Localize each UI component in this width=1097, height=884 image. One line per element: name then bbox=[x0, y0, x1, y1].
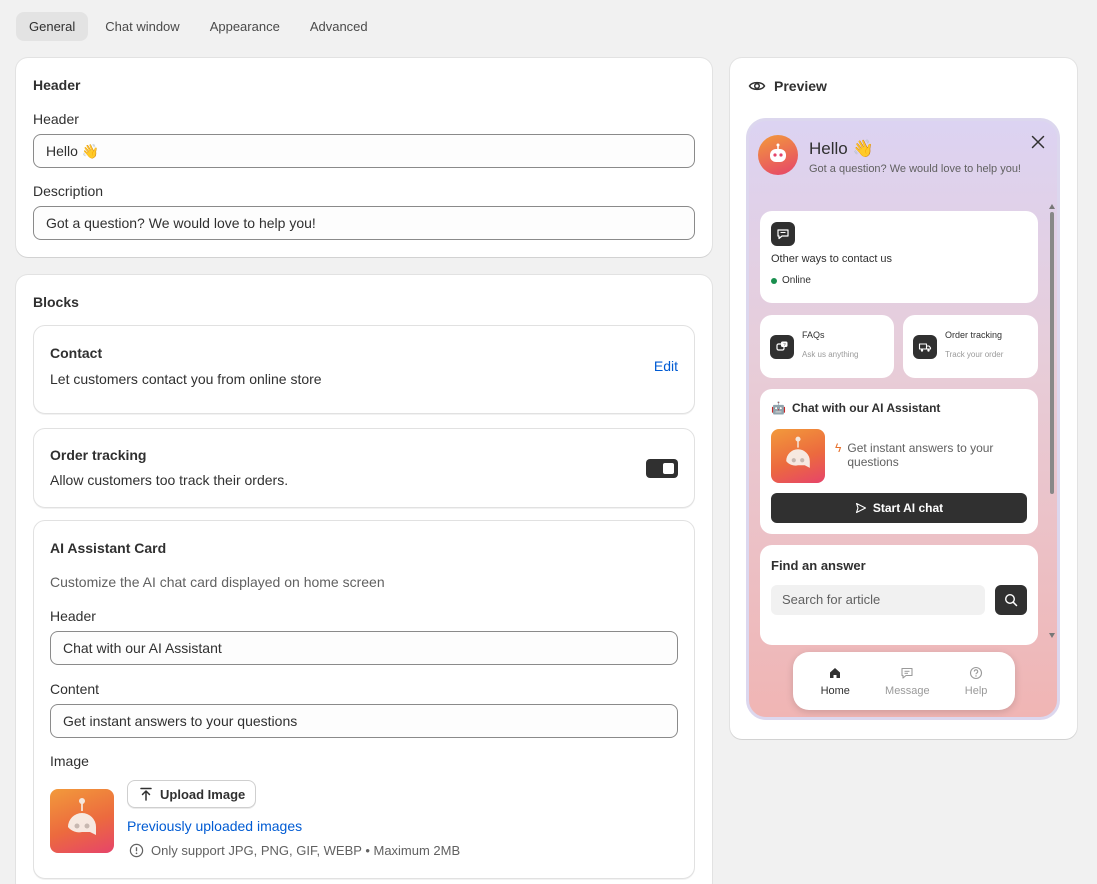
nav-message[interactable]: Message bbox=[885, 666, 930, 697]
order-tracking-title: Order tracking bbox=[50, 447, 147, 463]
faq-icon: ? bbox=[770, 335, 794, 359]
upload-image-label: Upload Image bbox=[160, 786, 246, 802]
message-icon bbox=[901, 667, 913, 679]
contact-edit-link[interactable]: Edit bbox=[654, 358, 678, 374]
ai-image-label: Image bbox=[50, 753, 89, 769]
tab-appearance[interactable]: Appearance bbox=[197, 12, 293, 41]
home-icon bbox=[830, 667, 841, 678]
description-input[interactable]: Got a question? We would love to help yo… bbox=[33, 206, 695, 240]
order-tracking-card-title: Order tracking bbox=[945, 330, 1003, 340]
tab-bar: General Chat window Appearance Advanced bbox=[16, 12, 381, 41]
contact-block-title: Contact bbox=[50, 345, 103, 361]
header-settings-card: Header Header Hello 👋 Description Got a … bbox=[16, 58, 712, 257]
preview-ai-content: Get instant answers to your questions bbox=[847, 441, 994, 469]
header-input[interactable]: Hello 👋 bbox=[33, 134, 695, 168]
order-tracking-toggle[interactable] bbox=[646, 459, 678, 478]
header-section-title: Header bbox=[33, 77, 81, 93]
tab-general[interactable]: General bbox=[16, 12, 89, 41]
upload-image-button[interactable]: Upload Image bbox=[127, 780, 257, 808]
header-field-label: Header bbox=[33, 111, 79, 127]
order-tracking-card-subtitle: Track your order bbox=[945, 350, 1004, 359]
lightning-icon: ϟ bbox=[835, 441, 842, 455]
preview-order-tracking-card[interactable]: Order tracking Track your order bbox=[903, 315, 1038, 378]
truck-icon bbox=[913, 335, 937, 359]
preview-contact-card[interactable]: Other ways to contact us Online bbox=[760, 211, 1038, 303]
chat-widget-preview: Hello 👋 Got a question? We would love to… bbox=[746, 118, 1060, 720]
robot-emoji-icon: 🤖 bbox=[771, 401, 786, 415]
description-field-label: Description bbox=[33, 183, 104, 199]
info-icon bbox=[129, 843, 144, 858]
online-status-text: Online bbox=[782, 275, 811, 286]
preview-title: Preview bbox=[774, 78, 827, 94]
ai-assistant-block: AI Assistant Card Customize the AI chat … bbox=[33, 520, 695, 879]
ai-image-thumbnail bbox=[50, 789, 114, 853]
order-tracking-block: Order tracking Allow customers too track… bbox=[33, 428, 695, 508]
ai-content-input[interactable]: Get instant answers to your questions bbox=[50, 704, 678, 738]
robot-icon bbox=[786, 436, 810, 468]
upload-hint: Only support JPG, PNG, GIF, WEBP • Maxim… bbox=[129, 843, 460, 858]
contact-card-title: Other ways to contact us bbox=[771, 253, 893, 265]
preview-ai-content-row: ϟ Get instant answers to your questions bbox=[835, 441, 1030, 469]
ai-card-description: Customize the AI chat card displayed on … bbox=[50, 574, 385, 590]
blocks-card: Blocks Contact Let customers contact you… bbox=[16, 275, 712, 884]
nav-message-label: Message bbox=[885, 684, 930, 697]
article-search-input[interactable]: Search for article bbox=[771, 585, 985, 615]
ai-card-title: AI Assistant Card bbox=[50, 540, 167, 556]
preview-find-answer-card: Find an answer Search for article bbox=[760, 545, 1038, 645]
upload-icon bbox=[140, 787, 152, 801]
preview-ai-image bbox=[771, 429, 825, 483]
toggle-knob bbox=[663, 463, 674, 474]
search-button[interactable] bbox=[995, 585, 1027, 615]
online-status: Online bbox=[771, 275, 811, 286]
send-icon bbox=[855, 502, 866, 514]
upload-hint-text: Only support JPG, PNG, GIF, WEBP • Maxim… bbox=[151, 843, 461, 858]
tab-chat-window[interactable]: Chat window bbox=[92, 12, 192, 41]
preview-subtitle: Got a question? We would love to help yo… bbox=[809, 163, 1021, 175]
robot-icon bbox=[68, 798, 96, 835]
nav-help[interactable]: Help bbox=[964, 666, 988, 697]
preview-greeting: Hello 👋 bbox=[809, 139, 874, 158]
online-dot bbox=[771, 277, 777, 284]
previously-uploaded-link[interactable]: Previously uploaded images bbox=[127, 818, 302, 834]
tab-advanced[interactable]: Advanced bbox=[297, 12, 381, 41]
preview-ai-title-row: 🤖 Chat with our AI Assistant bbox=[771, 401, 940, 415]
start-ai-chat-button[interactable]: Start AI chat bbox=[771, 493, 1027, 523]
ai-content-label: Content bbox=[50, 681, 100, 697]
contact-block-description: Let customers contact you from online st… bbox=[50, 371, 322, 387]
robot-avatar-icon bbox=[770, 143, 786, 162]
preview-bottom-nav: Home Message Help bbox=[793, 652, 1015, 710]
nav-home[interactable]: Home bbox=[821, 666, 850, 697]
preview-ai-title: Chat with our AI Assistant bbox=[791, 401, 941, 415]
search-icon bbox=[1004, 593, 1018, 607]
nav-home-label: Home bbox=[820, 684, 850, 697]
bot-avatar bbox=[758, 135, 798, 175]
eye-icon bbox=[748, 81, 766, 91]
help-icon bbox=[970, 666, 983, 679]
faqs-subtitle: Ask us anything bbox=[802, 350, 859, 359]
nav-help-label: Help bbox=[964, 684, 988, 697]
preview-faqs-card[interactable]: ? FAQs Ask us anything bbox=[760, 315, 894, 378]
preview-heading: Preview bbox=[748, 77, 827, 95]
start-ai-chat-label: Start AI chat bbox=[872, 501, 944, 515]
order-tracking-description: Allow customers too track their orders. bbox=[50, 472, 289, 488]
scrollbar[interactable] bbox=[1049, 203, 1055, 639]
contact-block: Contact Let customers contact you from o… bbox=[33, 325, 695, 414]
ai-header-input[interactable]: Chat with our AI Assistant bbox=[50, 631, 678, 665]
blocks-section-title: Blocks bbox=[33, 294, 79, 310]
preview-ai-card: 🤖 Chat with our AI Assistant ϟ Get insta… bbox=[760, 389, 1038, 534]
close-icon[interactable] bbox=[1029, 133, 1047, 151]
faqs-title: FAQs bbox=[802, 330, 825, 340]
chat-bubble-icon bbox=[771, 222, 795, 246]
ai-header-label: Header bbox=[50, 608, 96, 624]
find-answer-title: Find an answer bbox=[771, 558, 866, 573]
